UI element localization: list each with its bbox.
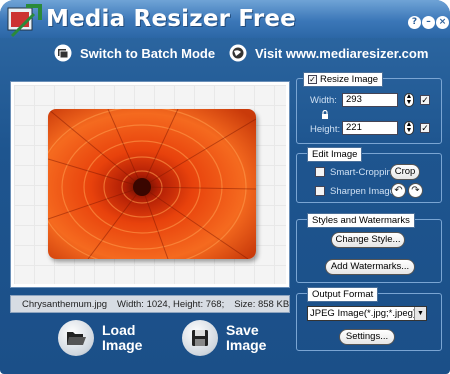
output-format-select[interactable]: JPEG Image(*.jpg;*.jpeg) ▼	[307, 306, 427, 321]
batch-mode-icon	[54, 44, 72, 62]
rotate-left-icon: ↶	[394, 185, 403, 196]
crop-button[interactable]: Crop	[390, 164, 420, 180]
rotate-right-button[interactable]: ↷	[408, 183, 423, 198]
settings-button[interactable]: Settings...	[339, 329, 395, 345]
width-input[interactable]: 293	[342, 93, 398, 107]
app-window: Media Resizer Free ? – × Switch to Batch…	[0, 0, 450, 374]
width-spinner[interactable]: ▲ ▼	[404, 93, 414, 107]
file-info-bar: Chrysanthemum.jpg Width: 1024, Height: 7…	[10, 295, 290, 313]
file-name: Chrysanthemum.jpg	[22, 298, 108, 310]
smart-cropping-checkbox[interactable]	[315, 167, 325, 177]
edit-image-title: Edit Image	[307, 147, 363, 162]
rotate-left-button[interactable]: ↶	[391, 183, 406, 198]
batch-mode-link[interactable]: Switch to Batch Mode	[54, 42, 215, 64]
visit-website-link[interactable]: Visit www.mediaresizer.com	[229, 42, 428, 64]
edit-image-group: Edit Image Smart-Cropping Crop Sharpen I…	[296, 147, 442, 203]
resize-image-title: Resize Image	[320, 74, 379, 85]
height-spinner[interactable]: ▲ ▼	[404, 121, 414, 135]
visit-website-label: Visit www.mediaresizer.com	[255, 45, 429, 61]
height-input[interactable]: 221	[342, 121, 398, 135]
smart-cropping-label: Smart-Cropping	[330, 167, 398, 178]
app-title: Media Resizer Free	[46, 6, 296, 32]
resize-image-toggle[interactable]: ✓ Resize Image	[303, 72, 384, 87]
dropdown-arrow-icon: ▼	[414, 307, 426, 320]
help-button[interactable]: ?	[408, 16, 421, 29]
output-format-title: Output Format	[307, 287, 379, 302]
title-bar: Media Resizer Free ? – ×	[0, 0, 450, 38]
width-label: Width:	[310, 95, 337, 106]
output-format-value: JPEG Image(*.jpg;*.jpeg)	[310, 308, 417, 319]
floppy-disk-icon	[192, 330, 208, 346]
load-image-label: Load Image	[102, 322, 143, 353]
height-lock-checkbox[interactable]: ✓	[420, 123, 430, 133]
output-format-group: Output Format JPEG Image(*.jpg;*.jpeg) ▼…	[296, 287, 442, 351]
save-image-label: Save Image	[226, 322, 267, 353]
width-lock-checkbox[interactable]: ✓	[420, 95, 430, 105]
change-style-button[interactable]: Change Style...	[331, 232, 405, 248]
sharpen-image-checkbox[interactable]	[315, 186, 325, 196]
aspect-lock-icon[interactable]	[321, 110, 329, 120]
close-button[interactable]: ×	[436, 16, 449, 29]
image-preview	[10, 81, 290, 288]
rotate-right-icon: ↷	[411, 185, 420, 196]
batch-mode-label: Switch to Batch Mode	[80, 45, 216, 61]
preview-image	[48, 109, 256, 259]
resize-image-checkbox[interactable]: ✓	[308, 75, 317, 84]
styles-watermarks-title: Styles and Watermarks	[307, 213, 415, 228]
file-size: Size: 858 KB	[234, 298, 290, 310]
folder-open-icon	[67, 332, 86, 345]
height-label: Height:	[310, 124, 341, 135]
styles-watermarks-group: Styles and Watermarks Change Style... Ad…	[296, 213, 442, 283]
sharpen-image-label: Sharpen Image	[330, 186, 395, 197]
file-dimensions: Width: 1024, Height: 768;	[117, 298, 225, 310]
globe-icon	[229, 44, 247, 62]
load-image-button[interactable]: Load Image	[58, 318, 152, 358]
minimize-button[interactable]: –	[422, 16, 435, 29]
save-image-button[interactable]: Save Image	[182, 318, 276, 358]
resize-image-group: ✓ Resize Image Width: 293 ▲ ▼ ✓ Height: 2…	[296, 72, 442, 144]
add-watermarks-button[interactable]: Add Watermarks...	[325, 259, 415, 275]
app-logo-icon	[7, 4, 42, 38]
